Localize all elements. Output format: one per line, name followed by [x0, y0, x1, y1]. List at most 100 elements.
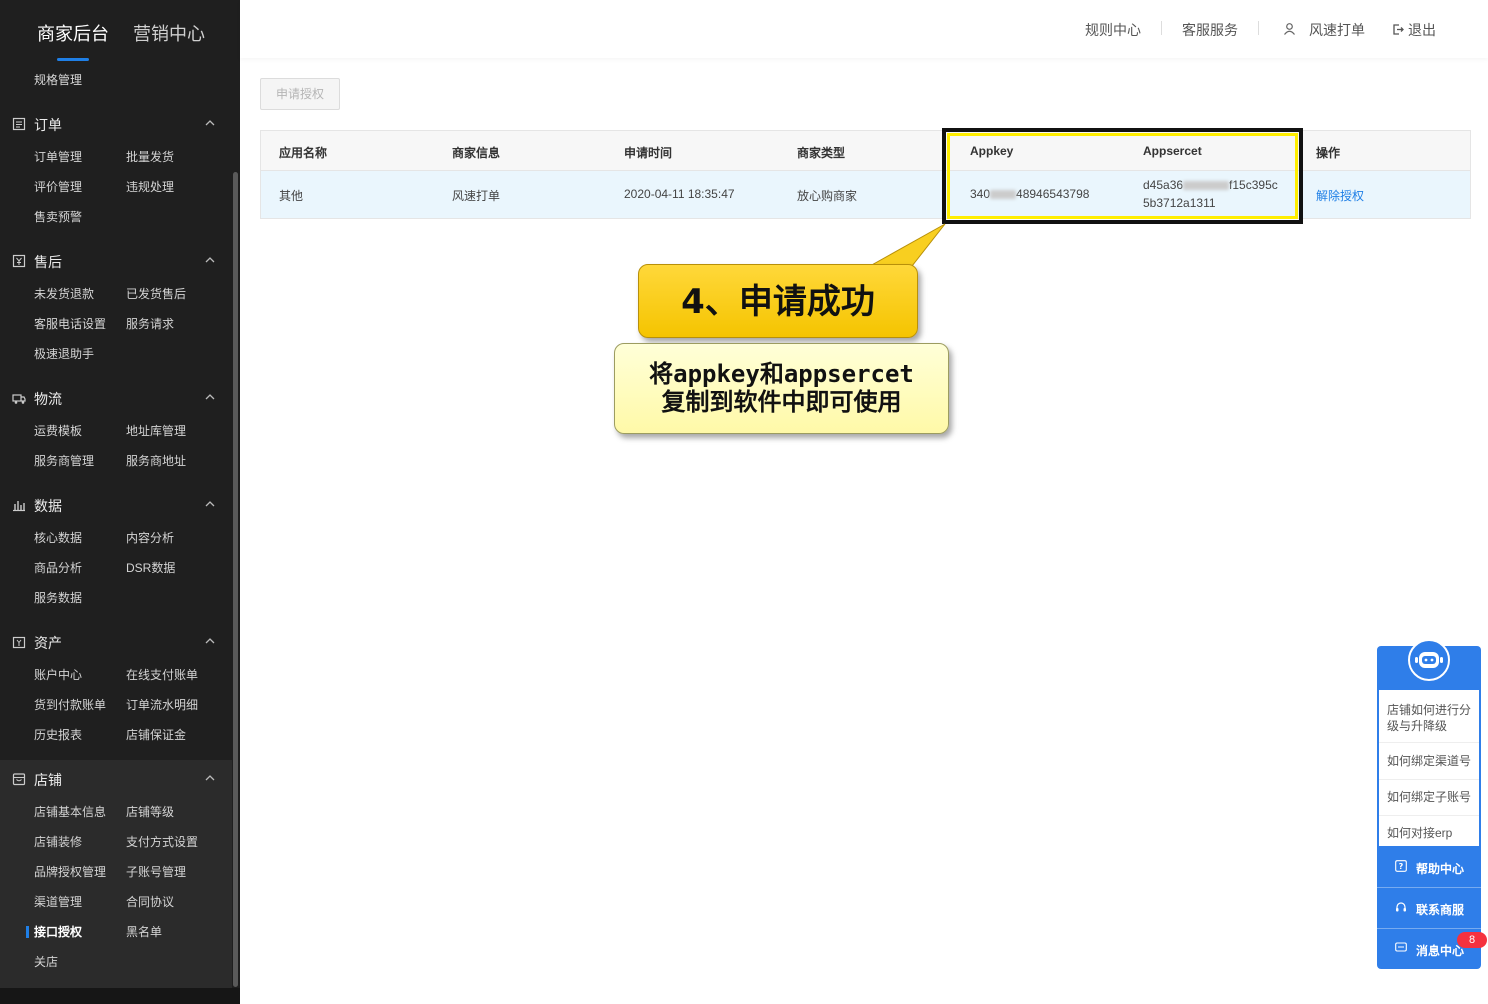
- section-title-assets: 资产: [34, 635, 62, 651]
- sidebar-section-aftersale: 售后: [0, 251, 232, 273]
- section-header-data[interactable]: 数据: [0, 495, 232, 517]
- sidebar-item-dsr-data[interactable]: DSR数据: [126, 559, 175, 576]
- section-title-aftersale: 售后: [34, 254, 62, 270]
- section-title-order: 订单: [34, 117, 62, 133]
- help-question[interactable]: 如何绑定渠道号: [1387, 753, 1475, 769]
- chevron-up-icon[interactable]: [204, 772, 216, 784]
- sidebar-item-provider-management[interactable]: 服务商管理: [34, 452, 94, 469]
- sidebar-item-shop-decoration[interactable]: 店铺装修: [34, 833, 82, 850]
- sidebar-item-freight-template[interactable]: 运费模板: [34, 422, 82, 439]
- cell-app-name: 其他: [279, 189, 304, 203]
- yen-icon: [12, 254, 26, 268]
- logout-icon: [1393, 24, 1404, 35]
- chevron-up-icon[interactable]: [204, 391, 216, 403]
- sidebar-item-close-shop[interactable]: 关店: [34, 953, 58, 970]
- callout-line-1: 将appkey和appsercet: [649, 360, 914, 388]
- rules-center-link[interactable]: 规则中心: [1085, 20, 1141, 40]
- highlight-box: [942, 128, 1303, 224]
- section-header-shop[interactable]: 店铺: [0, 769, 232, 791]
- help-center-button[interactable]: ? 帮助中心: [1377, 847, 1481, 887]
- active-item-indicator: [26, 926, 29, 938]
- section-header-assets[interactable]: 资产: [0, 632, 232, 654]
- column-action: 操作: [1316, 146, 1341, 160]
- sidebar-item-online-payment-bill[interactable]: 在线支付账单: [126, 666, 198, 683]
- divider: [1379, 742, 1479, 743]
- user-name[interactable]: 风速打单: [1309, 20, 1365, 40]
- help-question[interactable]: 如何绑定子账号: [1387, 789, 1475, 805]
- column-merchant-info: 商家信息: [452, 146, 501, 160]
- chevron-up-icon[interactable]: [204, 254, 216, 266]
- question-icon: ?: [1395, 860, 1407, 872]
- help-center-label: 帮助中心: [1416, 862, 1465, 876]
- chevron-up-icon[interactable]: [204, 498, 216, 510]
- sidebar-item-cod-bill[interactable]: 货到付款账单: [34, 696, 106, 713]
- help-widget: 店铺如何进行分级与升降级 如何绑定渠道号 如何绑定子账号 如何对接erp ? 帮…: [1377, 639, 1487, 969]
- sidebar-item-history-report[interactable]: 历史报表: [34, 726, 82, 743]
- sidebar-item-review-management[interactable]: 评价管理: [34, 178, 82, 195]
- message-count-badge: 8: [1457, 932, 1487, 948]
- apply-authorization-button[interactable]: 申请授权: [260, 78, 340, 110]
- order-icon: [12, 117, 26, 131]
- sidebar-item-fast-refund[interactable]: 极速退助手: [34, 345, 94, 362]
- sidebar-item-order-flow-detail[interactable]: 订单流水明细: [126, 696, 198, 713]
- logout-link[interactable]: 退出: [1408, 20, 1436, 40]
- sidebar-item-shop-deposit[interactable]: 店铺保证金: [126, 726, 186, 743]
- section-title-logistics: 物流: [34, 391, 62, 407]
- sidebar-item-service-request[interactable]: 服务请求: [126, 315, 174, 332]
- top-header: 规则中心 客服服务 风速打单 退出: [240, 0, 1488, 58]
- sidebar-item-blacklist[interactable]: 黑名单: [126, 923, 162, 940]
- section-title-data: 数据: [34, 498, 62, 514]
- sidebar-item-account-center[interactable]: 账户中心: [34, 666, 82, 683]
- sidebar-item-shop-level[interactable]: 店铺等级: [126, 803, 174, 820]
- sidebar-item-violation-handling[interactable]: 违规处理: [126, 178, 174, 195]
- sidebar-item-product-analysis[interactable]: 商品分析: [34, 559, 82, 576]
- sidebar-item-content-analysis[interactable]: 内容分析: [126, 529, 174, 546]
- sidebar-item-shipped-aftersale[interactable]: 已发货售后: [126, 285, 186, 302]
- sidebar-item-sales-warning[interactable]: 售卖预警: [34, 208, 82, 225]
- section-header-aftersale[interactable]: 售后: [0, 251, 232, 273]
- callout-body: 将appkey和appsercet 复制到软件中即可使用: [614, 343, 949, 434]
- cell-merchant: 风速打单: [452, 189, 501, 203]
- sidebar-item-core-data[interactable]: 核心数据: [34, 529, 82, 546]
- sidebar-item-provider-address[interactable]: 服务商地址: [126, 452, 186, 469]
- sidebar-item-contract[interactable]: 合同协议: [126, 893, 174, 910]
- section-header-order[interactable]: 订单: [0, 114, 232, 136]
- sidebar-section-logistics: 物流: [0, 388, 232, 410]
- revoke-authorization-link[interactable]: 解除授权: [1316, 187, 1364, 204]
- tab-marketing-center[interactable]: 营销中心: [133, 20, 205, 46]
- sidebar-item-service-data[interactable]: 服务数据: [34, 589, 82, 606]
- wallet-icon: [12, 636, 26, 649]
- sidebar-item-brand-authorization[interactable]: 品牌授权管理: [34, 863, 106, 880]
- robot-avatar-icon[interactable]: [1407, 638, 1451, 682]
- sidebar: 商家后台 营销中心 规格管理 订单 订单管理 批量发货 评价管理 违规处理 售卖…: [0, 0, 240, 1004]
- sidebar-item-sub-account[interactable]: 子账号管理: [126, 863, 186, 880]
- help-question[interactable]: 店铺如何进行分级与升降级: [1387, 702, 1475, 734]
- chevron-up-icon[interactable]: [204, 117, 216, 129]
- sidebar-item-shop-basic-info[interactable]: 店铺基本信息: [34, 803, 106, 820]
- sidebar-scrollbar[interactable]: [233, 172, 238, 987]
- customer-service-link[interactable]: 客服服务: [1182, 20, 1238, 40]
- contact-service-label: 联系商服: [1416, 903, 1465, 917]
- user-icon: [1284, 23, 1295, 35]
- sidebar-item-spec-management[interactable]: 规格管理: [34, 71, 82, 88]
- headset-icon: [1396, 902, 1406, 912]
- sidebar-section-shop: 店铺: [0, 769, 232, 791]
- tab-merchant-backend[interactable]: 商家后台: [37, 20, 109, 46]
- cell-merchant-type: 放心购商家: [797, 189, 858, 203]
- sidebar-item-channel-management[interactable]: 渠道管理: [34, 893, 82, 910]
- sidebar-item-service-phone[interactable]: 客服电话设置: [34, 315, 106, 332]
- sidebar-item-order-management[interactable]: 订单管理: [34, 148, 82, 165]
- cell-apply-time: 2020-04-11 18:35:47: [624, 187, 735, 201]
- contact-service-button[interactable]: 联系商服: [1377, 888, 1481, 928]
- sidebar-item-unshipped-refund[interactable]: 未发货退款: [34, 285, 94, 302]
- message-center-label: 消息中心: [1416, 944, 1465, 958]
- svg-text:?: ?: [1399, 862, 1404, 871]
- callout-title: 4、申请成功: [638, 264, 918, 338]
- help-question[interactable]: 如何对接erp: [1387, 825, 1475, 841]
- sidebar-item-batch-shipping[interactable]: 批量发货: [126, 148, 174, 165]
- sidebar-item-address-library[interactable]: 地址库管理: [126, 422, 186, 439]
- chevron-up-icon[interactable]: [204, 635, 216, 647]
- sidebar-item-api-authorization[interactable]: 接口授权: [34, 923, 82, 940]
- sidebar-item-payment-settings[interactable]: 支付方式设置: [126, 833, 198, 850]
- section-header-logistics[interactable]: 物流: [0, 388, 232, 410]
